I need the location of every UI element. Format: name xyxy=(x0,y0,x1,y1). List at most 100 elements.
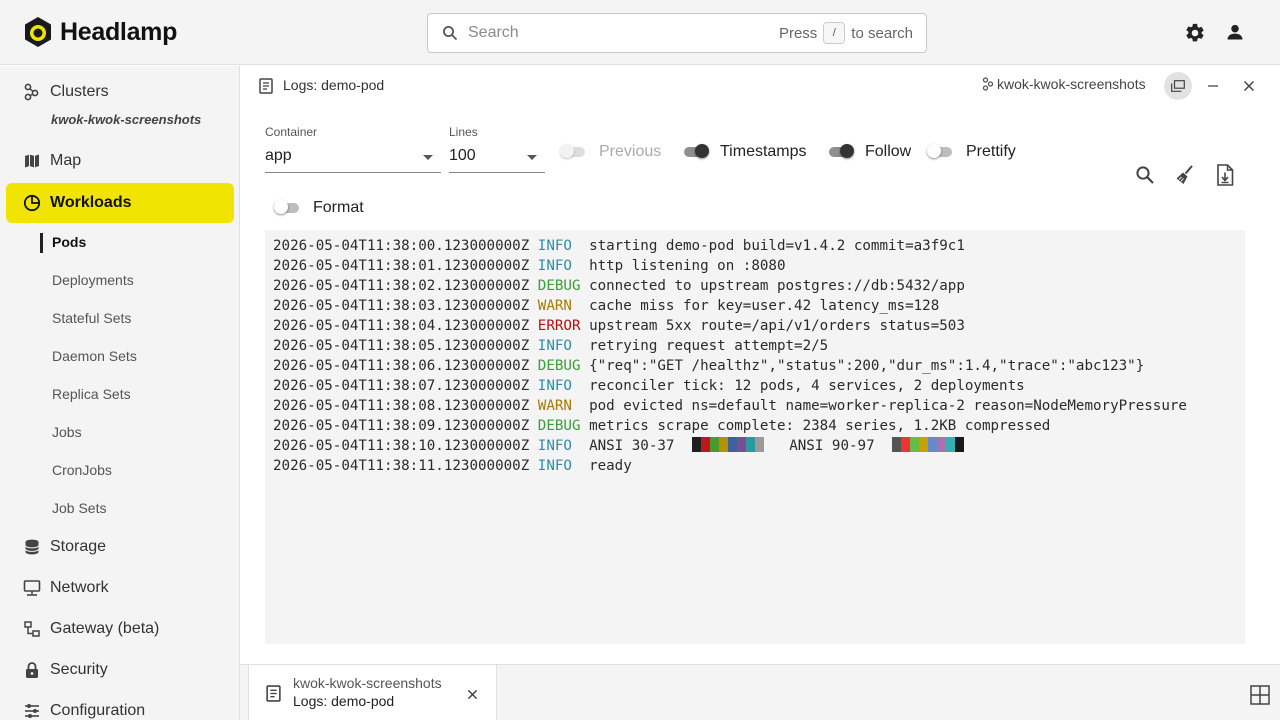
sidebar-subitem-jobs[interactable]: Jobs xyxy=(52,424,82,440)
sidebar-item-label: Configuration xyxy=(50,702,146,719)
ansi-color-swatch xyxy=(700,437,710,452)
account-icon[interactable] xyxy=(1225,22,1245,47)
dropdown-arrow-icon xyxy=(423,155,433,160)
sidebar-subitem-cronjobs[interactable]: CronJobs xyxy=(52,462,112,478)
lock-icon xyxy=(22,660,42,680)
log-timestamp: 2026-05-04T11:38:07.123000000Z xyxy=(273,378,530,394)
gateway-icon xyxy=(22,619,42,639)
panel-title: Logs: demo-pod xyxy=(283,77,385,93)
lines-value: 100 xyxy=(449,147,476,164)
log-message: upstream 5xx route=/api/v1/orders status… xyxy=(589,318,965,334)
ansi-color-swatch xyxy=(736,437,746,452)
sidebar-item-security[interactable]: Security xyxy=(6,650,234,690)
log-timestamp: 2026-05-04T11:38:06.123000000Z xyxy=(273,358,530,374)
app-brand[interactable]: Headlamp xyxy=(24,16,177,48)
ansi-color-swatch xyxy=(927,437,937,452)
follow-label: Follow xyxy=(865,143,912,160)
log-line: 2026-05-04T11:38:10.123000000Z INFO ANSI… xyxy=(273,436,1237,456)
log-message: connected to upstream postgres://db:5432… xyxy=(589,278,965,294)
search-hint-key: / xyxy=(823,22,846,44)
toggle-track xyxy=(274,200,299,214)
sidebar-item-label: Map xyxy=(50,152,82,169)
ansi-color-swatch xyxy=(718,437,728,452)
lines-select[interactable]: 100 xyxy=(449,143,545,173)
minimize-icon[interactable] xyxy=(1203,76,1223,96)
panel-cluster-label: kwok-kwok-screenshots xyxy=(982,76,1146,92)
search-hint-prefix: Press xyxy=(778,24,818,42)
sidebar-item-storage[interactable]: Storage xyxy=(6,527,234,567)
download-logs-icon[interactable] xyxy=(1216,164,1234,191)
toggle-track xyxy=(684,144,709,158)
clear-logs-broom-icon[interactable] xyxy=(1174,164,1196,191)
search-input[interactable] xyxy=(468,22,768,44)
sidebar-subitem-job-sets[interactable]: Job Sets xyxy=(52,500,106,516)
ansi-color-swatch xyxy=(754,437,764,452)
format-toggle[interactable]: Format xyxy=(274,199,364,217)
log-level: INFO xyxy=(537,438,581,454)
log-line: 2026-05-04T11:38:01.123000000Z INFO http… xyxy=(273,256,1237,276)
log-line: 2026-05-04T11:38:00.123000000Z INFO star… xyxy=(273,236,1237,256)
sidebar-subitem-replica-sets[interactable]: Replica Sets xyxy=(52,386,131,402)
sidebar-item-configuration[interactable]: Configuration xyxy=(6,691,234,720)
log-message: ANSI 30-37 xyxy=(589,438,675,454)
bottom-dock: kwok-kwok-screenshots Logs: demo-pod xyxy=(240,664,1280,720)
sidebar-item-network[interactable]: Network xyxy=(6,568,234,608)
sidebar-item-clusters[interactable]: Clusters xyxy=(6,72,234,112)
toggle-track xyxy=(829,144,854,158)
sidebar-item-gateway[interactable]: Gateway (beta) xyxy=(6,609,234,649)
storage-icon xyxy=(22,537,42,557)
sidebar-item-label: Network xyxy=(50,579,109,596)
workloads-icon xyxy=(22,193,42,213)
ansi-color-swatch xyxy=(709,437,719,452)
container-select[interactable]: app xyxy=(265,143,441,173)
close-icon[interactable] xyxy=(1239,76,1259,96)
network-icon xyxy=(22,578,42,598)
ansi-color-swatch xyxy=(954,437,964,452)
document-icon xyxy=(259,78,273,99)
log-line: 2026-05-04T11:38:06.123000000Z DEBUG {"r… xyxy=(273,356,1237,376)
previous-label: Previous xyxy=(599,143,662,160)
log-message: metrics scrape complete: 2384 series, 1.… xyxy=(589,418,1051,434)
log-timestamp: 2026-05-04T11:38:09.123000000Z xyxy=(273,418,530,434)
log-timestamp: 2026-05-04T11:38:00.123000000Z xyxy=(273,238,530,254)
sidebar-subitem-daemon-sets[interactable]: Daemon Sets xyxy=(52,348,137,364)
close-tab-icon[interactable] xyxy=(467,687,478,705)
log-message: pod evicted ns=default name=worker-repli… xyxy=(589,398,1187,414)
headlamp-logo-icon xyxy=(25,17,51,47)
log-timestamp: 2026-05-04T11:38:08.123000000Z xyxy=(273,398,530,414)
log-line: 2026-05-04T11:38:05.123000000Z INFO retr… xyxy=(273,336,1237,356)
timestamps-toggle[interactable]: Timestamps xyxy=(684,143,807,161)
search-icon xyxy=(442,25,458,46)
log-message: http listening on :8080 xyxy=(589,258,786,274)
follow-toggle[interactable]: Follow xyxy=(829,143,911,161)
dropdown-arrow-icon xyxy=(527,155,537,160)
prettify-toggle[interactable]: Prettify xyxy=(927,143,1016,161)
settings-gear-icon[interactable] xyxy=(1184,22,1206,49)
log-line: 2026-05-04T11:38:08.123000000Z WARN pod … xyxy=(273,396,1237,416)
ansi-color-swatch xyxy=(918,437,928,452)
panel-cluster-name: kwok-kwok-screenshots xyxy=(997,76,1146,92)
dock-tab-logs[interactable]: kwok-kwok-screenshots Logs: demo-pod xyxy=(248,665,497,720)
sidebar-item-label: Storage xyxy=(50,538,107,555)
ansi-color-swatch xyxy=(900,437,910,452)
sidebar-item-label: Workloads xyxy=(50,194,132,211)
search-hint: Press / to search xyxy=(779,22,913,44)
sidebar-item-workloads[interactable]: Workloads xyxy=(6,183,234,223)
sidebar-subitem-stateful-sets[interactable]: Stateful Sets xyxy=(52,310,131,326)
log-output[interactable]: 2026-05-04T11:38:00.123000000Z INFO star… xyxy=(265,230,1245,644)
grid-layout-icon[interactable] xyxy=(1250,685,1270,710)
ansi-color-swatch xyxy=(909,437,919,452)
log-line: 2026-05-04T11:38:02.123000000Z DEBUG con… xyxy=(273,276,1237,296)
log-message: ANSI 90-97 xyxy=(789,438,875,454)
previous-toggle[interactable]: Previous xyxy=(560,143,662,161)
prettify-label: Prettify xyxy=(966,143,1016,160)
log-level: INFO xyxy=(537,338,581,354)
sidebar-item-map[interactable]: Map xyxy=(6,141,234,181)
current-cluster-name[interactable]: kwok-kwok-screenshots xyxy=(51,112,201,127)
sidebar-subitem-deployments[interactable]: Deployments xyxy=(52,272,134,288)
search-box[interactable]: Press / to search xyxy=(427,13,927,53)
sidebar-subitem-pods[interactable]: Pods xyxy=(52,234,86,250)
log-message: ready xyxy=(589,458,632,474)
log-search-icon[interactable] xyxy=(1135,165,1155,190)
detach-window-icon[interactable] xyxy=(1164,72,1192,100)
